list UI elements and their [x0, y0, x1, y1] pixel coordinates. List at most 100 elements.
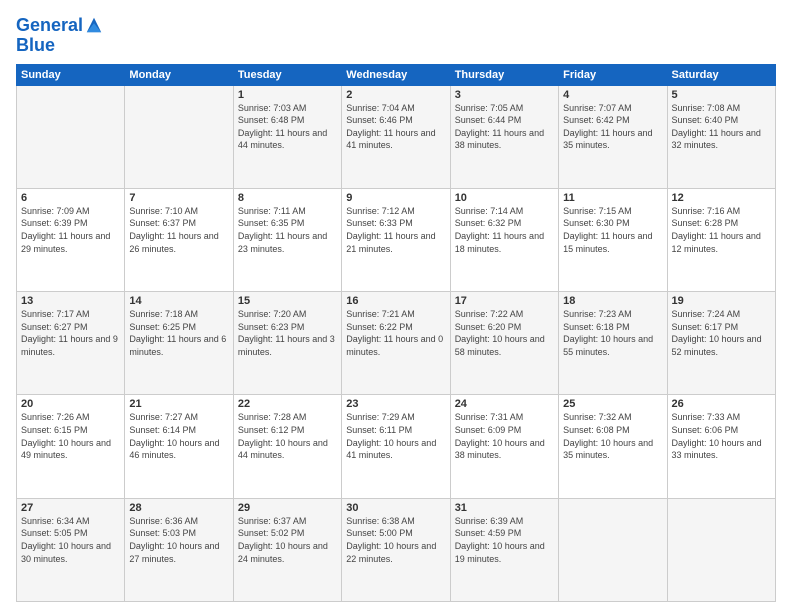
- calendar-cell: 26Sunrise: 7:33 AM Sunset: 6:06 PM Dayli…: [667, 395, 775, 498]
- day-number: 6: [21, 192, 120, 204]
- cell-content: Sunrise: 7:31 AM Sunset: 6:09 PM Dayligh…: [455, 411, 554, 461]
- cell-content: Sunrise: 7:18 AM Sunset: 6:25 PM Dayligh…: [129, 308, 228, 358]
- calendar-cell: 13Sunrise: 7:17 AM Sunset: 6:27 PM Dayli…: [17, 292, 125, 395]
- cell-content: Sunrise: 7:16 AM Sunset: 6:28 PM Dayligh…: [672, 205, 771, 255]
- calendar-cell: 29Sunrise: 6:37 AM Sunset: 5:02 PM Dayli…: [233, 498, 341, 601]
- day-number: 8: [238, 192, 337, 204]
- cell-content: Sunrise: 7:24 AM Sunset: 6:17 PM Dayligh…: [672, 308, 771, 358]
- day-number: 9: [346, 192, 445, 204]
- cell-content: Sunrise: 7:15 AM Sunset: 6:30 PM Dayligh…: [563, 205, 662, 255]
- cell-content: Sunrise: 7:21 AM Sunset: 6:22 PM Dayligh…: [346, 308, 445, 358]
- calendar-cell: 19Sunrise: 7:24 AM Sunset: 6:17 PM Dayli…: [667, 292, 775, 395]
- calendar-cell: 23Sunrise: 7:29 AM Sunset: 6:11 PM Dayli…: [342, 395, 450, 498]
- calendar-cell: 6Sunrise: 7:09 AM Sunset: 6:39 PM Daylig…: [17, 188, 125, 291]
- cell-content: Sunrise: 7:09 AM Sunset: 6:39 PM Dayligh…: [21, 205, 120, 255]
- day-number: 31: [455, 502, 554, 514]
- calendar-cell: 28Sunrise: 6:36 AM Sunset: 5:03 PM Dayli…: [125, 498, 233, 601]
- day-number: 10: [455, 192, 554, 204]
- cell-content: Sunrise: 6:34 AM Sunset: 5:05 PM Dayligh…: [21, 515, 120, 565]
- day-number: 1: [238, 89, 337, 101]
- day-number: 11: [563, 192, 662, 204]
- calendar-cell: 12Sunrise: 7:16 AM Sunset: 6:28 PM Dayli…: [667, 188, 775, 291]
- day-number: 21: [129, 398, 228, 410]
- calendar-cell: 27Sunrise: 6:34 AM Sunset: 5:05 PM Dayli…: [17, 498, 125, 601]
- day-number: 17: [455, 295, 554, 307]
- calendar-cell: 1Sunrise: 7:03 AM Sunset: 6:48 PM Daylig…: [233, 85, 341, 188]
- calendar-cell: [17, 85, 125, 188]
- calendar-cell: 16Sunrise: 7:21 AM Sunset: 6:22 PM Dayli…: [342, 292, 450, 395]
- day-number: 23: [346, 398, 445, 410]
- cell-content: Sunrise: 7:17 AM Sunset: 6:27 PM Dayligh…: [21, 308, 120, 358]
- day-number: 14: [129, 295, 228, 307]
- logo-text-blue: Blue: [16, 36, 103, 56]
- calendar-cell: 4Sunrise: 7:07 AM Sunset: 6:42 PM Daylig…: [559, 85, 667, 188]
- day-number: 22: [238, 398, 337, 410]
- day-number: 20: [21, 398, 120, 410]
- day-number: 30: [346, 502, 445, 514]
- day-number: 18: [563, 295, 662, 307]
- cell-content: Sunrise: 6:36 AM Sunset: 5:03 PM Dayligh…: [129, 515, 228, 565]
- day-number: 24: [455, 398, 554, 410]
- cell-content: Sunrise: 6:39 AM Sunset: 4:59 PM Dayligh…: [455, 515, 554, 565]
- day-header-sunday: Sunday: [17, 64, 125, 85]
- day-number: 15: [238, 295, 337, 307]
- calendar-cell: 15Sunrise: 7:20 AM Sunset: 6:23 PM Dayli…: [233, 292, 341, 395]
- day-number: 26: [672, 398, 771, 410]
- logo: General Blue: [16, 16, 103, 56]
- calendar-week-row: 13Sunrise: 7:17 AM Sunset: 6:27 PM Dayli…: [17, 292, 776, 395]
- calendar-cell: 7Sunrise: 7:10 AM Sunset: 6:37 PM Daylig…: [125, 188, 233, 291]
- day-header-thursday: Thursday: [450, 64, 558, 85]
- day-number: 29: [238, 502, 337, 514]
- calendar-cell: 14Sunrise: 7:18 AM Sunset: 6:25 PM Dayli…: [125, 292, 233, 395]
- calendar-cell: [667, 498, 775, 601]
- day-number: 3: [455, 89, 554, 101]
- cell-content: Sunrise: 7:12 AM Sunset: 6:33 PM Dayligh…: [346, 205, 445, 255]
- cell-content: Sunrise: 7:33 AM Sunset: 6:06 PM Dayligh…: [672, 411, 771, 461]
- calendar-cell: 17Sunrise: 7:22 AM Sunset: 6:20 PM Dayli…: [450, 292, 558, 395]
- calendar-cell: 21Sunrise: 7:27 AM Sunset: 6:14 PM Dayli…: [125, 395, 233, 498]
- day-number: 13: [21, 295, 120, 307]
- day-number: 27: [21, 502, 120, 514]
- cell-content: Sunrise: 7:32 AM Sunset: 6:08 PM Dayligh…: [563, 411, 662, 461]
- calendar-cell: 9Sunrise: 7:12 AM Sunset: 6:33 PM Daylig…: [342, 188, 450, 291]
- header: General Blue: [16, 16, 776, 56]
- calendar-cell: 24Sunrise: 7:31 AM Sunset: 6:09 PM Dayli…: [450, 395, 558, 498]
- cell-content: Sunrise: 7:10 AM Sunset: 6:37 PM Dayligh…: [129, 205, 228, 255]
- calendar-week-row: 6Sunrise: 7:09 AM Sunset: 6:39 PM Daylig…: [17, 188, 776, 291]
- calendar-cell: 31Sunrise: 6:39 AM Sunset: 4:59 PM Dayli…: [450, 498, 558, 601]
- calendar-cell: 25Sunrise: 7:32 AM Sunset: 6:08 PM Dayli…: [559, 395, 667, 498]
- day-header-friday: Friday: [559, 64, 667, 85]
- logo-icon: [85, 16, 103, 34]
- calendar-cell: 10Sunrise: 7:14 AM Sunset: 6:32 PM Dayli…: [450, 188, 558, 291]
- day-number: 19: [672, 295, 771, 307]
- day-number: 16: [346, 295, 445, 307]
- calendar-week-row: 27Sunrise: 6:34 AM Sunset: 5:05 PM Dayli…: [17, 498, 776, 601]
- calendar-week-row: 1Sunrise: 7:03 AM Sunset: 6:48 PM Daylig…: [17, 85, 776, 188]
- cell-content: Sunrise: 7:22 AM Sunset: 6:20 PM Dayligh…: [455, 308, 554, 358]
- day-number: 12: [672, 192, 771, 204]
- day-number: 28: [129, 502, 228, 514]
- calendar-cell: [559, 498, 667, 601]
- cell-content: Sunrise: 6:38 AM Sunset: 5:00 PM Dayligh…: [346, 515, 445, 565]
- cell-content: Sunrise: 7:26 AM Sunset: 6:15 PM Dayligh…: [21, 411, 120, 461]
- calendar-cell: 11Sunrise: 7:15 AM Sunset: 6:30 PM Dayli…: [559, 188, 667, 291]
- calendar-cell: 5Sunrise: 7:08 AM Sunset: 6:40 PM Daylig…: [667, 85, 775, 188]
- calendar-header-row: SundayMondayTuesdayWednesdayThursdayFrid…: [17, 64, 776, 85]
- calendar-cell: 2Sunrise: 7:04 AM Sunset: 6:46 PM Daylig…: [342, 85, 450, 188]
- day-number: 2: [346, 89, 445, 101]
- calendar-week-row: 20Sunrise: 7:26 AM Sunset: 6:15 PM Dayli…: [17, 395, 776, 498]
- calendar-cell: 30Sunrise: 6:38 AM Sunset: 5:00 PM Dayli…: [342, 498, 450, 601]
- cell-content: Sunrise: 6:37 AM Sunset: 5:02 PM Dayligh…: [238, 515, 337, 565]
- cell-content: Sunrise: 7:20 AM Sunset: 6:23 PM Dayligh…: [238, 308, 337, 358]
- calendar-cell: 20Sunrise: 7:26 AM Sunset: 6:15 PM Dayli…: [17, 395, 125, 498]
- logo-text: General: [16, 16, 83, 36]
- day-number: 5: [672, 89, 771, 101]
- calendar-cell: 3Sunrise: 7:05 AM Sunset: 6:44 PM Daylig…: [450, 85, 558, 188]
- day-header-tuesday: Tuesday: [233, 64, 341, 85]
- calendar-cell: 22Sunrise: 7:28 AM Sunset: 6:12 PM Dayli…: [233, 395, 341, 498]
- day-number: 4: [563, 89, 662, 101]
- cell-content: Sunrise: 7:14 AM Sunset: 6:32 PM Dayligh…: [455, 205, 554, 255]
- cell-content: Sunrise: 7:05 AM Sunset: 6:44 PM Dayligh…: [455, 102, 554, 152]
- cell-content: Sunrise: 7:23 AM Sunset: 6:18 PM Dayligh…: [563, 308, 662, 358]
- cell-content: Sunrise: 7:04 AM Sunset: 6:46 PM Dayligh…: [346, 102, 445, 152]
